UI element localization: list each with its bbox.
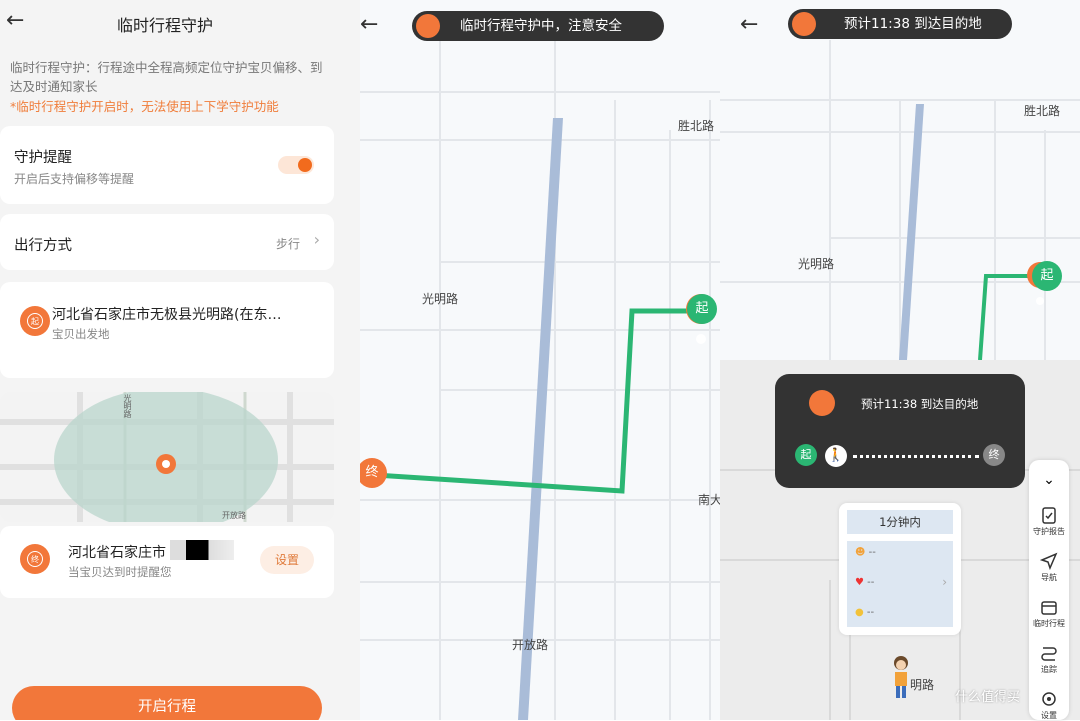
status-popup[interactable]: 1分钟内 ☻ -- ♥ -- ● -- › bbox=[839, 503, 961, 635]
activity-stat: ● -- bbox=[855, 607, 875, 618]
eta-info-card: 预计11:38 到达目的地 起 🚶 终 bbox=[775, 374, 1025, 488]
travel-mode-value: 步行 bbox=[275, 237, 300, 251]
page-title: 临时行程守护 bbox=[116, 16, 213, 35]
eta-text: 预计11:38 到达目的地 bbox=[861, 397, 979, 411]
collapse-chevron-icon[interactable]: ⌄ bbox=[1029, 472, 1069, 488]
circle-icon: ● bbox=[855, 607, 864, 618]
trip-map-panel: ← 临时行程守护中，注意安全 胜北路 光明路 开放路 南大 起 终 bbox=[360, 0, 720, 720]
road-label: 开放路 bbox=[512, 638, 549, 652]
start-pin-icon: 起 bbox=[20, 306, 50, 336]
chevron-right-icon: › bbox=[942, 575, 947, 589]
reminder-subtitle: 开启后支持偏移等提醒 bbox=[14, 172, 135, 186]
guard-report-button[interactable]: 守护报告 bbox=[1029, 506, 1069, 537]
route-icon bbox=[1041, 647, 1057, 661]
road-label: 胜北路 bbox=[678, 119, 715, 133]
child-avatar-icon bbox=[809, 390, 835, 416]
start-trip-button[interactable]: 开启行程 bbox=[12, 686, 322, 720]
map-side-toolbar: ⌄ 守护报告 导航 临时行程 追踪 设置 bbox=[1029, 460, 1069, 720]
popup-stats: ☻ -- ♥ -- ● -- › bbox=[847, 541, 953, 627]
banner-text: 预计11:38 到达目的地 bbox=[844, 16, 982, 32]
calendar-icon bbox=[1041, 601, 1057, 615]
mini-map-road-label: 光明路 bbox=[123, 394, 132, 418]
start-marker[interactable]: 起 bbox=[1032, 261, 1062, 291]
trip-status-banner: 临时行程守护中，注意安全 bbox=[412, 11, 664, 41]
road-label: 光明路 bbox=[798, 257, 835, 271]
start-location-card[interactable]: 起 河北省石家庄市无极县光明路(在东… 宝贝出发地 bbox=[0, 282, 334, 378]
back-arrow-icon[interactable]: ← bbox=[360, 12, 378, 37]
walking-icon: 🚶 bbox=[825, 445, 847, 467]
road-label: 南大 bbox=[698, 493, 720, 507]
gear-icon bbox=[1042, 692, 1056, 706]
set-destination-button[interactable]: 设置 bbox=[260, 546, 314, 574]
feature-description: 临时行程守护：行程途中全程高频定位守护宝贝偏移、到达及时通知家长 bbox=[10, 60, 323, 94]
end-address: 河北省石家庄市 bbox=[68, 545, 166, 561]
navigation-button[interactable]: 导航 bbox=[1029, 552, 1069, 583]
start-address: 河北省石家庄市无极县光明路(在东… bbox=[52, 307, 282, 323]
send-icon bbox=[1040, 552, 1058, 570]
reminder-toggle[interactable] bbox=[278, 156, 314, 174]
reminder-card: 守护提醒 开启后支持偏移等提醒 bbox=[0, 126, 334, 204]
track-button[interactable]: 追踪 bbox=[1029, 644, 1069, 675]
start-marker[interactable]: 起 bbox=[687, 294, 717, 324]
end-pin-icon: 终 bbox=[20, 544, 50, 574]
progress-start-badge: 起 bbox=[795, 444, 817, 466]
end-location-card[interactable]: 终 河北省石家庄市 当宝贝达到时提醒您 设置 bbox=[0, 526, 334, 598]
mood-stat: ☻ -- bbox=[855, 547, 876, 558]
reminder-title: 守护提醒 bbox=[14, 150, 72, 166]
banner-text: 临时行程守护中，注意安全 bbox=[460, 18, 622, 34]
clipboard-icon bbox=[1042, 507, 1056, 524]
start-subtitle: 宝贝出发地 bbox=[52, 327, 110, 341]
settings-button[interactable]: 设置 bbox=[1029, 690, 1069, 721]
road-label: 光明路 bbox=[422, 292, 459, 306]
travel-mode-row[interactable]: 出行方式 步行 › bbox=[0, 214, 334, 270]
warning-text: *临时行程守护开启时，无法使用上下学守护功能 bbox=[10, 99, 279, 114]
road-label: 明路 bbox=[910, 678, 935, 692]
heart-icon: ♥ bbox=[855, 577, 864, 588]
heart-rate-stat: ♥ -- bbox=[855, 577, 875, 588]
chevron-right-icon: › bbox=[313, 230, 320, 249]
end-subtitle: 当宝贝达到时提醒您 bbox=[68, 565, 172, 579]
road-label: 胜北路 bbox=[1024, 104, 1061, 118]
temp-trip-button[interactable]: 临时行程 bbox=[1029, 598, 1069, 629]
travel-mode-label: 出行方式 bbox=[14, 238, 72, 254]
geofence-mini-map[interactable]: 光明路 开放路 bbox=[0, 392, 334, 522]
child-avatar-icon bbox=[792, 12, 816, 36]
redacted-address-block bbox=[170, 540, 234, 560]
progress-dots bbox=[853, 455, 979, 458]
mini-map-canvas bbox=[0, 392, 334, 522]
back-arrow-icon[interactable]: ← bbox=[740, 12, 758, 37]
trip-setup-panel: ← 临时行程守护 临时行程守护：行程途中全程高频定位守护宝贝偏移、到达及时通知家… bbox=[0, 0, 360, 720]
smile-icon: ☻ bbox=[855, 547, 866, 558]
watermark: 什么值得买 bbox=[955, 690, 1021, 705]
progress-end-badge: 终 bbox=[983, 444, 1005, 466]
child-avatar-icon bbox=[416, 14, 440, 38]
progress-track: 起 🚶 终 bbox=[795, 444, 1005, 468]
popup-title: 1分钟内 bbox=[847, 510, 953, 534]
mini-map-road-label: 开放路 bbox=[222, 511, 246, 520]
child-figure-icon[interactable] bbox=[892, 655, 910, 699]
trip-map-canvas bbox=[360, 40, 720, 720]
eta-banner: 预计11:38 到达目的地 bbox=[788, 9, 1012, 39]
